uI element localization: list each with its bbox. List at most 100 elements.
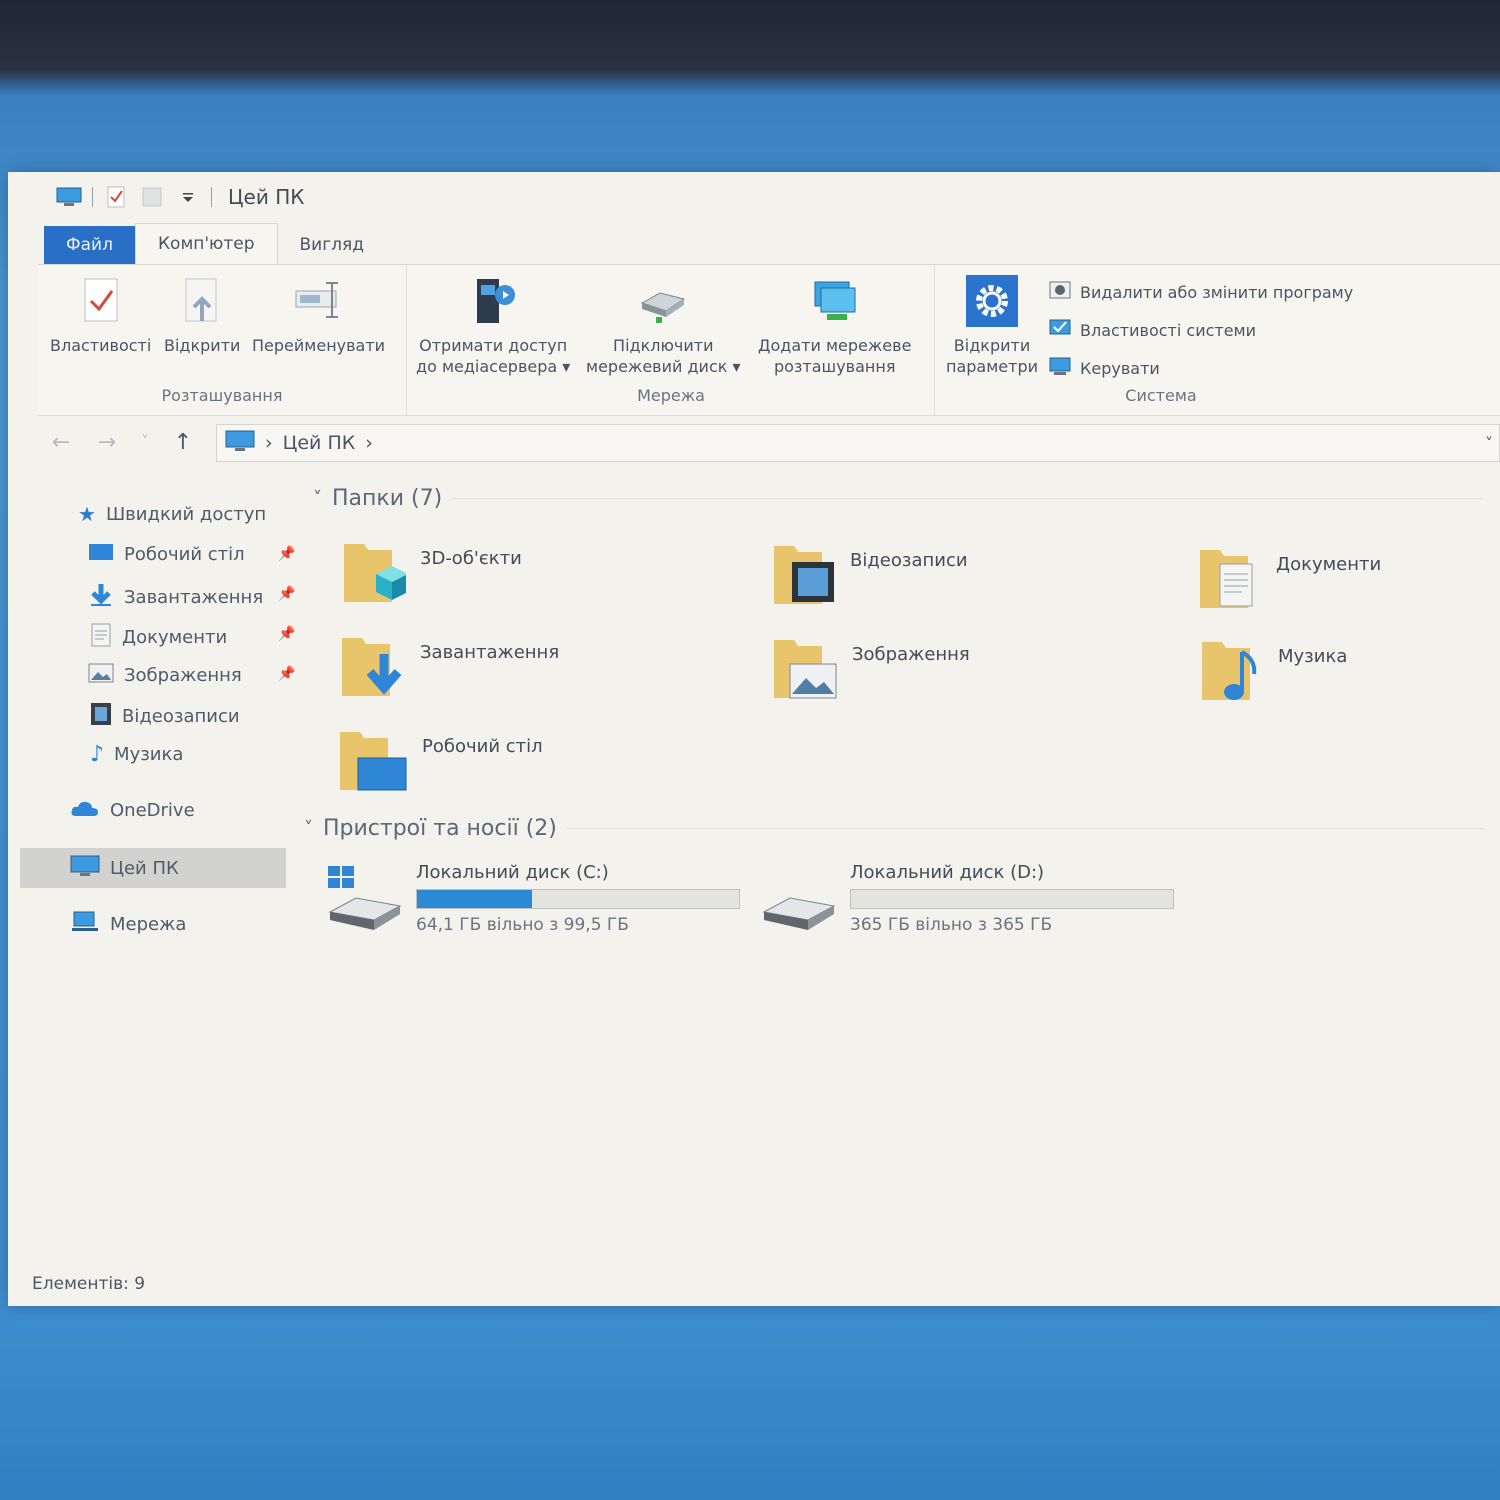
manage-label: Керувати — [1080, 358, 1160, 378]
tab-file[interactable]: Файл — [44, 226, 135, 264]
pin-icon[interactable]: 📌 — [278, 546, 295, 562]
hard-drive-icon — [760, 862, 836, 936]
address-dropdown-icon[interactable]: ˅ — [1485, 434, 1493, 453]
uninstall-icon — [1048, 279, 1072, 305]
ribbon: Властивості Відкрити Перейменувати Розта… — [38, 264, 1500, 416]
folder-label: Завантаження — [420, 642, 560, 663]
sidebar-item-this-pc[interactable]: Цей ПК — [70, 854, 179, 883]
folder-music[interactable]: Музика — [1200, 634, 1347, 710]
drive-name: Локальний диск (D:) — [850, 862, 1045, 883]
folder-desktop[interactable]: Робочий стіл — [338, 724, 543, 800]
breadcrumb-chevron-icon[interactable]: › — [265, 432, 273, 454]
settings-label-2: параметри — [946, 357, 1039, 376]
sidebar-item-documents[interactable]: Документи — [90, 622, 227, 653]
desktop-icon — [88, 542, 114, 567]
network-icon — [70, 910, 100, 939]
open-button[interactable]: Відкрити — [164, 273, 240, 356]
navigation-bar: ← → ˅ ↑ › Цей ПК › ˅ — [38, 422, 1500, 462]
media-server-button[interactable]: Отримати доступ до медіасервера ▾ — [416, 273, 570, 377]
folder-desktop-icon — [338, 724, 408, 800]
sidebar-item-pictures[interactable]: Зображення — [88, 662, 242, 689]
sidebar-item-network[interactable]: Мережа — [70, 910, 186, 939]
sidebar-item-downloads[interactable]: Завантаження — [88, 582, 263, 613]
window-title: Цей ПК — [228, 185, 305, 209]
breadcrumb-this-pc[interactable]: Цей ПК — [283, 432, 356, 454]
arrow-up-icon: ↑ — [173, 429, 193, 455]
map-network-drive-button[interactable]: Підключити мережевий диск ▾ — [586, 273, 741, 377]
star-icon: ★ — [78, 502, 96, 526]
sidebar-item-music[interactable]: ♪ Музика — [90, 742, 183, 767]
folder-label: Музика — [1278, 646, 1348, 667]
address-bar[interactable]: › Цей ПК › ˅ — [216, 424, 1500, 462]
breadcrumb-chevron-icon[interactable]: › — [365, 432, 373, 454]
sidebar-item-videos[interactable]: Відеозаписи — [90, 702, 240, 731]
uninstall-program-button[interactable]: Видалити або змінити програму — [1048, 279, 1353, 305]
pin-icon[interactable]: 📌 — [278, 586, 295, 602]
rename-button[interactable]: Перейменувати — [252, 273, 385, 356]
computer-icon[interactable] — [56, 186, 82, 208]
music-note-icon: ♪ — [90, 742, 105, 767]
sidebar-item-label: Відеозаписи — [122, 706, 240, 727]
media-server-icon — [465, 273, 521, 329]
drive-d[interactable]: Локальний диск (D:) 365 ГБ вільно з 365 … — [760, 862, 1174, 936]
open-settings-button[interactable]: Відкрити параметри — [946, 273, 1038, 377]
sidebar-item-label: Музика — [114, 744, 184, 765]
status-bar-item-count: Елементів: 9 — [32, 1274, 146, 1294]
folder-3d-objects[interactable]: 3D-об'єкти — [342, 536, 522, 612]
sidebar-item-onedrive[interactable]: OneDrive — [70, 798, 195, 823]
folder-music-icon — [1200, 634, 1264, 710]
map-drive-label-1: Підключити — [613, 336, 714, 355]
up-button[interactable]: ↑ — [160, 424, 206, 460]
sidebar-item-quick-access[interactable]: ★ Швидкий доступ — [78, 502, 266, 526]
sidebar-item-label: Мережа — [110, 914, 187, 935]
film-icon — [90, 702, 112, 731]
folder-videos-icon — [772, 538, 836, 614]
title-bar: Цей ПК — [8, 172, 1500, 222]
back-button[interactable]: ← — [38, 424, 84, 460]
section-divider — [566, 828, 1484, 829]
toolbar-separator — [92, 187, 93, 207]
folder-documents[interactable]: Документи — [1198, 542, 1381, 618]
drive-usage-fill — [417, 890, 532, 908]
media-server-label-2: до медіасервера — [416, 357, 558, 376]
sidebar-item-label: Зображення — [124, 665, 242, 686]
drive-free-space: 64,1 ГБ вільно з 99,5 ГБ — [416, 915, 629, 935]
picture-icon — [88, 662, 114, 689]
folder-downloads-icon — [340, 630, 406, 706]
system-properties-icon — [1048, 317, 1072, 343]
system-properties-button[interactable]: Властивості системи — [1048, 317, 1353, 343]
chevron-down-icon: ˅ — [141, 434, 149, 450]
properties-icon[interactable] — [103, 186, 129, 208]
add-location-label-2: розташування — [773, 357, 896, 376]
folder-pictures[interactable]: Зображення — [772, 632, 970, 708]
add-network-location-button[interactable]: Додати мережеве розташування — [758, 273, 911, 377]
folders-section-header[interactable]: ˅ Папки (7) — [313, 486, 1483, 511]
folder-videos[interactable]: Відеозаписи — [772, 538, 968, 614]
folder-label: Документи — [1276, 554, 1382, 575]
properties-button[interactable]: Властивості — [50, 273, 151, 356]
pin-icon[interactable]: 📌 — [278, 666, 295, 682]
tab-view[interactable]: Вигляд — [278, 226, 387, 264]
drive-c[interactable]: Локальний диск (C:) 64,1 ГБ вільно з 99,… — [326, 862, 740, 936]
devices-section-header[interactable]: ˅ Пристрої та носії (2) — [304, 816, 1484, 841]
pin-icon[interactable]: 📌 — [278, 626, 295, 642]
drive-info: Локальний диск (C:) 64,1 ГБ вільно з 99,… — [416, 862, 740, 936]
group-label-location: Розташування — [161, 386, 283, 405]
navigation-pane: ★ Швидкий доступ Робочий стіл 📌 Завантаж… — [20, 492, 295, 1266]
sidebar-item-label: Цей ПК — [110, 858, 179, 879]
toolbar-separator — [211, 187, 212, 207]
ribbon-group-network: Отримати доступ до медіасервера ▾ Підклю… — [408, 265, 935, 415]
recent-locations-button[interactable]: ˅ — [130, 424, 160, 460]
document-icon — [90, 622, 112, 653]
folder-label: 3D-об'єкти — [420, 548, 522, 569]
chevron-down-icon: ˅ — [313, 488, 322, 509]
forward-button[interactable]: → — [84, 424, 130, 460]
manage-button[interactable]: Керувати — [1048, 355, 1353, 381]
sidebar-item-desktop[interactable]: Робочий стіл — [88, 542, 245, 567]
customize-toolbar-icon[interactable] — [175, 186, 201, 208]
drive-usage-bar — [416, 889, 740, 909]
folder-downloads[interactable]: Завантаження — [340, 630, 559, 706]
new-folder-icon[interactable] — [139, 186, 165, 208]
tab-computer[interactable]: Комп'ютер — [134, 223, 278, 264]
properties-label: Властивості — [50, 336, 152, 355]
